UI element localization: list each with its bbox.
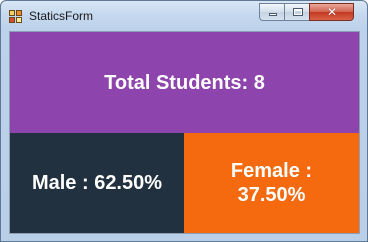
- minimize-icon: [269, 13, 277, 16]
- female-percentage-panel: Female : 37.50%: [184, 133, 359, 233]
- title-bar[interactable]: StaticsForm ✕: [1, 1, 367, 31]
- male-percentage-panel: Male : 62.50%: [10, 133, 184, 233]
- total-students-label: Total Students: 8: [104, 71, 265, 94]
- window-title: StaticsForm: [29, 9, 94, 23]
- app-icon[interactable]: [9, 10, 23, 23]
- close-icon: ✕: [326, 5, 338, 19]
- female-percentage-label: Female : 37.50%: [230, 160, 313, 206]
- close-button[interactable]: ✕: [309, 3, 354, 21]
- minimize-button[interactable]: [259, 3, 285, 21]
- maximize-icon: [293, 8, 303, 16]
- app-window: StaticsForm ✕ Total Students: 8 Male : 6…: [0, 0, 368, 242]
- client-area: Total Students: 8 Male : 62.50% Female :…: [9, 31, 360, 234]
- total-students-panel: Total Students: 8: [10, 32, 359, 133]
- male-percentage-label: Male : 62.50%: [31, 172, 163, 194]
- maximize-button[interactable]: [284, 3, 310, 21]
